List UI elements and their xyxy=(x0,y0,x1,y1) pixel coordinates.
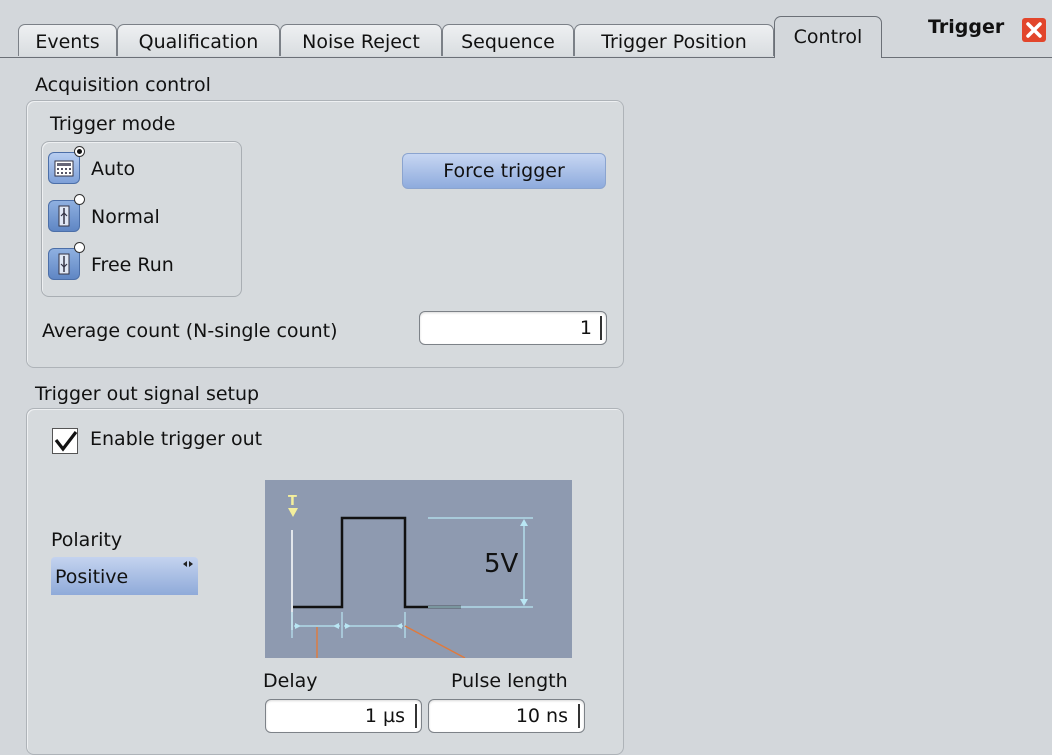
acquisition-section-label: Acquisition control xyxy=(35,74,211,96)
delay-input[interactable]: 1 µs xyxy=(265,699,422,733)
pulse-length-value: 10 ns xyxy=(515,705,568,727)
panel-title: Trigger xyxy=(928,16,1005,38)
normal-label: Normal xyxy=(91,206,160,228)
field-cap xyxy=(578,704,580,728)
dropdown-arrow-icon xyxy=(183,561,193,567)
force-trigger-button[interactable]: Force trigger xyxy=(402,153,606,189)
pulse-length-label: Pulse length xyxy=(451,670,568,692)
close-icon xyxy=(1026,22,1042,38)
field-cap xyxy=(415,704,417,728)
pulse-diagram: T 5V xyxy=(265,480,572,659)
enable-trigger-out-checkbox[interactable] xyxy=(52,428,78,454)
field-cap xyxy=(600,316,602,340)
tab-control[interactable]: Control xyxy=(774,16,882,58)
normal-mode-icon[interactable] xyxy=(48,200,80,232)
keypad-icon xyxy=(54,160,74,177)
trigger-marker-text: T xyxy=(288,494,297,509)
tab-trigger-position[interactable]: Trigger Position xyxy=(574,24,774,56)
free-run-label: Free Run xyxy=(91,254,174,276)
enable-trigger-out-label: Enable trigger out xyxy=(90,428,263,450)
trigger-mode-group: Auto Normal Free Run xyxy=(41,141,242,297)
trigger-mode-label: Trigger mode xyxy=(50,113,176,135)
delay-label: Delay xyxy=(263,670,318,692)
tab-qualification[interactable]: Qualification xyxy=(117,24,280,56)
tab-label: Control xyxy=(793,26,863,48)
delay-value: 1 µs xyxy=(364,705,405,727)
polarity-label: Polarity xyxy=(51,529,123,551)
tab-label: Trigger Position xyxy=(601,31,747,53)
free-run-radio[interactable] xyxy=(74,242,85,253)
average-count-value: 1 xyxy=(579,317,592,339)
auto-mode-icon[interactable] xyxy=(48,152,80,184)
normal-radio[interactable] xyxy=(74,194,85,205)
trigger-out-section-label: Trigger out signal setup xyxy=(35,383,260,405)
amplitude-label: 5V xyxy=(484,549,519,579)
close-button[interactable] xyxy=(1022,18,1046,42)
tab-label: Events xyxy=(35,31,100,53)
tab-noise-reject[interactable]: Noise Reject xyxy=(280,24,442,56)
pulse-diagram-graphic: T 5V xyxy=(288,494,533,659)
pulse-length-input[interactable]: 10 ns xyxy=(428,699,585,733)
tab-label: Qualification xyxy=(138,31,259,53)
polarity-dropdown[interactable]: Positive xyxy=(51,557,198,595)
polarity-value: Positive xyxy=(55,566,129,588)
auto-radio[interactable] xyxy=(74,146,85,157)
tab-label: Sequence xyxy=(461,31,555,53)
trigger-signal-icon xyxy=(58,205,70,227)
auto-label: Auto xyxy=(91,158,136,180)
tab-events[interactable]: Events xyxy=(18,24,117,56)
average-count-label: Average count (N-single count) xyxy=(42,320,338,342)
tab-label: Noise Reject xyxy=(302,31,420,53)
average-count-input[interactable]: 1 xyxy=(419,311,607,345)
tab-bar: Events Qualification Noise Reject Sequen… xyxy=(0,0,1052,58)
checkmark-icon xyxy=(54,431,78,452)
tab-sequence[interactable]: Sequence xyxy=(442,24,574,56)
trigger-signal-icon xyxy=(58,253,70,275)
free-run-mode-icon[interactable] xyxy=(48,248,80,280)
acquisition-group: Trigger mode Auto Normal Free Run Force … xyxy=(26,100,624,368)
tab-baseline xyxy=(0,57,1052,58)
